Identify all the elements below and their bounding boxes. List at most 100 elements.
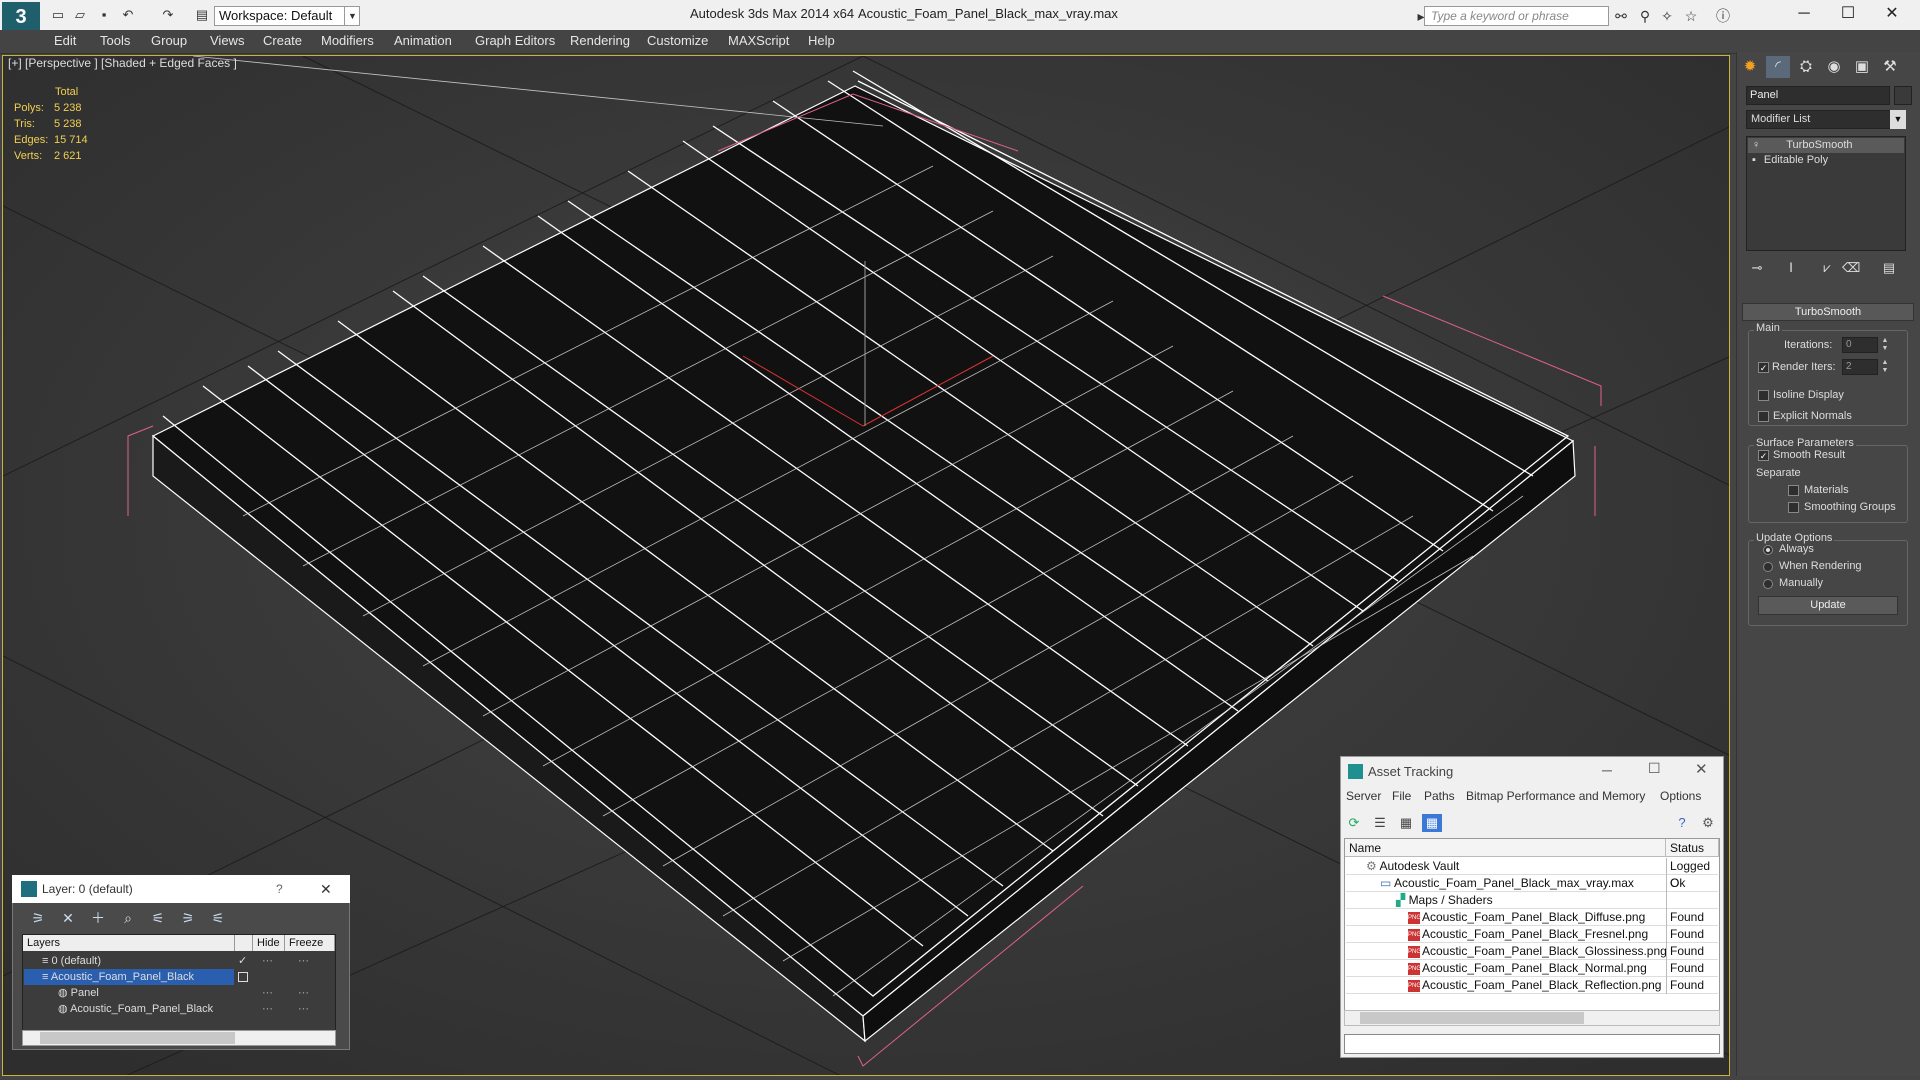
- menu-graph-editors[interactable]: Graph Editors: [475, 33, 555, 48]
- separate-materials-checkbox[interactable]: [1788, 485, 1799, 496]
- hide-column-header[interactable]: Hide: [253, 935, 285, 951]
- layer-row-default[interactable]: ≡ 0 (default) ✓ ⋯ ⋯: [24, 953, 334, 969]
- object-name-field[interactable]: Panel: [1746, 86, 1890, 105]
- create-tab-icon[interactable]: ✹: [1738, 56, 1762, 78]
- menu-rendering[interactable]: Rendering: [570, 33, 630, 48]
- hide-all-layers-icon[interactable]: ⚞: [178, 908, 198, 928]
- pin-stack-icon[interactable]: ⊸: [1748, 259, 1766, 277]
- menu-modifiers[interactable]: Modifiers: [321, 33, 374, 48]
- render-iters-spinner[interactable]: 2: [1842, 359, 1878, 375]
- asset-status-column-header[interactable]: Status: [1666, 839, 1719, 857]
- asset-close-button[interactable]: ✕: [1695, 760, 1708, 778]
- maximize-button[interactable]: ☐: [1826, 2, 1870, 28]
- save-file-icon[interactable]: ▪: [96, 7, 112, 23]
- communication-center-icon[interactable]: ✧: [1658, 8, 1676, 24]
- motion-tab-icon[interactable]: ◉: [1822, 56, 1846, 78]
- make-unique-icon[interactable]: ⩗: [1818, 259, 1836, 277]
- asset-menu-paths[interactable]: Paths: [1424, 789, 1455, 803]
- show-end-result-icon[interactable]: Ⅰ: [1782, 259, 1800, 277]
- freeze-toggle[interactable]: ⋯: [298, 985, 309, 1001]
- menu-help[interactable]: Help: [808, 33, 835, 48]
- layer-list-scroll-thumb[interactable]: [40, 1032, 235, 1044]
- workspace-dropdown[interactable]: Workspace: Default: [214, 6, 360, 26]
- workspace-dropdown-arrow-icon[interactable]: ▼: [344, 6, 360, 26]
- modify-tab-icon[interactable]: ◜: [1766, 56, 1790, 78]
- asset-path-input[interactable]: [1344, 1034, 1720, 1054]
- menu-maxscript[interactable]: MAXScript: [728, 33, 789, 48]
- asset-row-fresnel-png[interactable]: PNGAcoustic_Foam_Panel_Black_Fresnel.png: [1346, 926, 1718, 943]
- freeze-all-layers-icon[interactable]: ⚟: [208, 908, 228, 928]
- menu-tools[interactable]: Tools: [100, 33, 130, 48]
- layer-row-acoustic-foam-panel-black[interactable]: ≡ Acoustic_Foam_Panel_Black: [24, 969, 234, 985]
- help-icon[interactable]: ⓘ: [1714, 8, 1732, 24]
- delete-layer-icon[interactable]: ✕: [58, 908, 78, 928]
- subscription-icon[interactable]: ⚲: [1636, 8, 1654, 24]
- asset-row-normal-png[interactable]: PNGAcoustic_Foam_Panel_Black_Normal.png: [1346, 960, 1718, 977]
- grid-view-icon[interactable]: ▦: [1422, 814, 1442, 832]
- stack-item-turbosmooth[interactable]: ♀ TurboSmooth: [1748, 138, 1904, 153]
- asset-maximize-button[interactable]: ☐: [1648, 760, 1661, 777]
- utilities-tab-icon[interactable]: ⚒: [1878, 56, 1902, 78]
- menu-edit[interactable]: Edit: [54, 33, 76, 48]
- list-view-icon[interactable]: ☰: [1370, 814, 1390, 832]
- iterations-spinner[interactable]: 0: [1842, 337, 1878, 353]
- menu-group[interactable]: Group: [151, 33, 187, 48]
- binoculars-icon[interactable]: ⚯: [1612, 8, 1630, 24]
- search-input[interactable]: Type a keyword or phrase: [1424, 6, 1609, 26]
- redo-icon[interactable]: ↷: [160, 7, 176, 23]
- layer-object-row-panel[interactable]: ◍ Panel ⋯ ⋯: [24, 985, 334, 1001]
- app-logo-icon[interactable]: 3: [2, 2, 40, 32]
- asset-menu-file[interactable]: File: [1392, 789, 1411, 803]
- asset-name-column-header[interactable]: Name: [1345, 839, 1666, 857]
- freeze-toggle[interactable]: ⋯: [298, 1001, 309, 1017]
- layers-column-header[interactable]: Layers: [23, 935, 235, 951]
- turbosmooth-rollout-header[interactable]: TurboSmooth: [1742, 303, 1914, 321]
- isoline-display-checkbox[interactable]: [1758, 390, 1769, 401]
- asset-help-icon[interactable]: ?: [1672, 814, 1692, 832]
- viewport-label[interactable]: [+] [Perspective ] [Shaded + Edged Faces…: [8, 56, 237, 70]
- current-layer-check-icon[interactable]: ✓: [238, 953, 247, 969]
- hide-toggle[interactable]: ⋯: [262, 1001, 273, 1017]
- render-iters-checkbox[interactable]: ✓: [1758, 362, 1769, 373]
- table-view-icon[interactable]: ▦: [1396, 814, 1416, 832]
- layer-dialog-close-button[interactable]: ✕: [320, 881, 332, 898]
- iterations-spinner-arrows-icon[interactable]: ▲ ▼: [1880, 337, 1890, 353]
- menu-create[interactable]: Create: [263, 33, 302, 48]
- freeze-column-header[interactable]: Freeze: [285, 935, 335, 951]
- asset-row-reflection-png[interactable]: PNGAcoustic_Foam_Panel_Black_Reflection.…: [1346, 977, 1718, 994]
- create-layer-icon[interactable]: ⚞: [28, 908, 48, 928]
- render-iters-spinner-arrows-icon[interactable]: ▲ ▼: [1880, 359, 1890, 375]
- highlight-selected-layer-icon[interactable]: ⚟: [148, 908, 168, 928]
- configure-modifier-sets-icon[interactable]: ▤: [1880, 259, 1898, 277]
- separate-smoothing-groups-checkbox[interactable]: [1788, 502, 1799, 513]
- layer-dialog-help-button[interactable]: ?: [276, 882, 283, 896]
- asset-settings-icon[interactable]: ⚙: [1698, 814, 1718, 832]
- update-button[interactable]: Update: [1758, 596, 1898, 615]
- stack-item-editable-poly[interactable]: ▪ Editable Poly: [1748, 153, 1904, 168]
- asset-row-diffuse-png[interactable]: PNGAcoustic_Foam_Panel_Black_Diffuse.png: [1346, 909, 1718, 926]
- hide-toggle[interactable]: ⋯: [262, 985, 273, 1001]
- asset-menu-bitmap-performance[interactable]: Bitmap Performance and Memory: [1466, 789, 1645, 803]
- menu-views[interactable]: Views: [210, 33, 244, 48]
- modifier-list-dropdown[interactable]: Modifier List: [1746, 110, 1906, 129]
- display-tab-icon[interactable]: ▣: [1850, 56, 1874, 78]
- remove-modifier-icon[interactable]: ⌫: [1842, 259, 1860, 277]
- asset-minimize-button[interactable]: ─: [1602, 762, 1612, 778]
- undo-icon[interactable]: ↶: [120, 7, 136, 23]
- object-color-swatch[interactable]: [1894, 86, 1912, 105]
- update-always-radio[interactable]: [1763, 545, 1773, 555]
- favorites-star-icon[interactable]: ☆: [1682, 8, 1700, 24]
- update-manually-radio[interactable]: [1763, 579, 1773, 589]
- current-layer-column-header[interactable]: [235, 935, 253, 951]
- lightbulb-icon[interactable]: ♀: [1748, 139, 1760, 151]
- update-when-rendering-radio[interactable]: [1763, 562, 1773, 572]
- minimize-button[interactable]: ─: [1782, 2, 1826, 28]
- asset-row-autodesk-vault[interactable]: ⚙ Autodesk Vault: [1346, 858, 1718, 875]
- project-folder-icon[interactable]: ▤: [194, 7, 210, 23]
- layer-object-row-acoustic-foam-panel-black[interactable]: ◍ Acoustic_Foam_Panel_Black ⋯ ⋯: [24, 1001, 334, 1017]
- asset-menu-server[interactable]: Server: [1346, 789, 1381, 803]
- asset-row-maps-shaders[interactable]: ▞ Maps / Shaders: [1346, 892, 1718, 909]
- close-button[interactable]: ✕: [1870, 2, 1914, 28]
- make-current-layer-box[interactable]: [238, 972, 248, 982]
- expand-icon[interactable]: ▪: [1748, 154, 1756, 166]
